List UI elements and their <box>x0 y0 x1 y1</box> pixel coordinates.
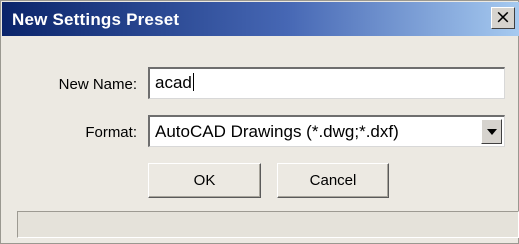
new-settings-preset-dialog: New Settings Preset × New Name: acad For… <box>0 0 519 244</box>
close-button[interactable]: × <box>491 7 515 29</box>
format-select[interactable]: AutoCAD Drawings (*.dwg;*.dxf) <box>148 115 505 147</box>
cancel-button[interactable]: Cancel <box>277 163 389 198</box>
new-name-value: acad <box>155 73 192 92</box>
format-label: Format: <box>85 124 137 141</box>
close-icon: × <box>495 6 511 28</box>
new-name-input[interactable]: acad <box>148 67 505 99</box>
title-bar: New Settings Preset × <box>2 2 519 36</box>
window-title: New Settings Preset <box>12 10 180 29</box>
format-selected-value: AutoCAD Drawings (*.dwg;*.dxf) <box>155 122 399 141</box>
text-caret <box>192 73 194 91</box>
status-bar <box>17 211 519 238</box>
chevron-down-icon <box>487 129 497 135</box>
ok-button[interactable]: OK <box>148 163 261 198</box>
new-name-label: New Name: <box>58 76 137 93</box>
format-dropdown-button[interactable] <box>481 119 502 144</box>
